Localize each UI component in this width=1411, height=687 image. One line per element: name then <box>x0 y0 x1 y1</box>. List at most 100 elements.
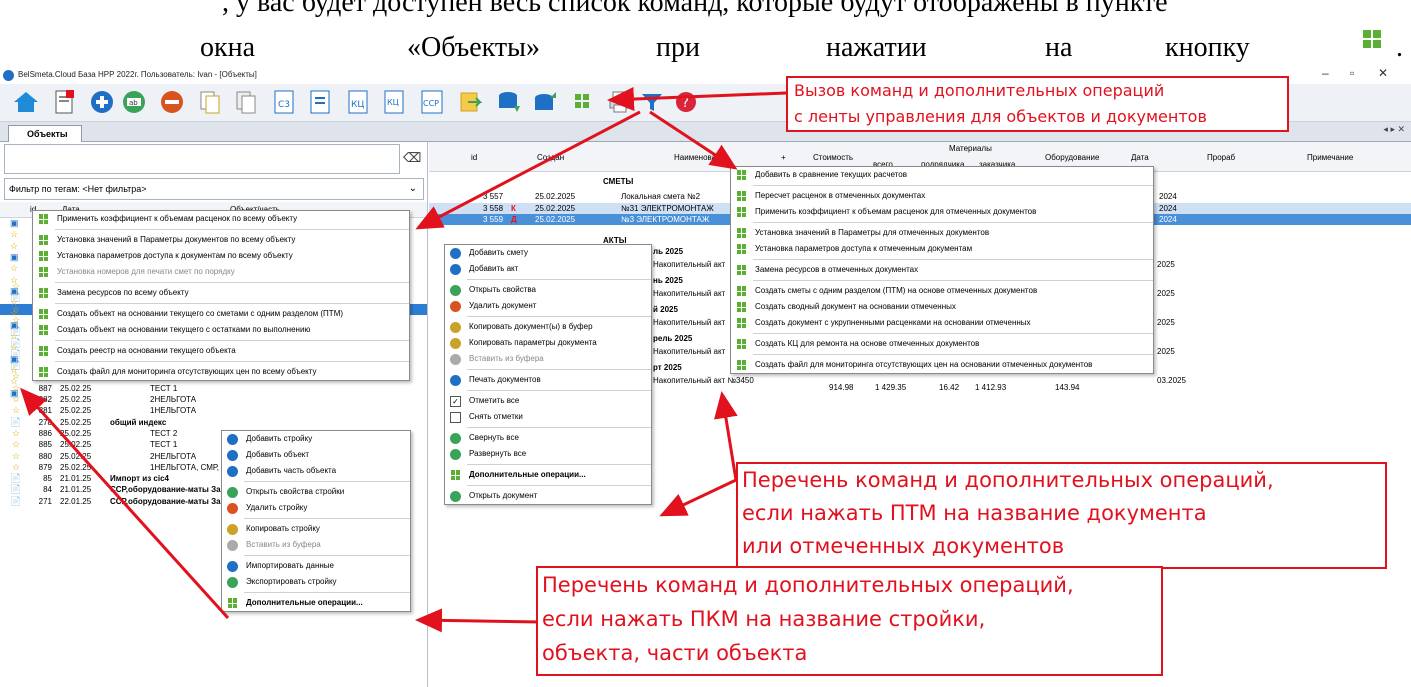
menu-separator <box>753 280 1153 281</box>
menu-item[interactable]: Открыть документ <box>445 488 651 504</box>
delete-icon[interactable] <box>158 88 186 116</box>
export-icon[interactable] <box>530 88 558 116</box>
kc-repair-icon[interactable]: КЦ <box>380 88 408 116</box>
menu-item-label: Создать сметы с одним разделом (ПТМ) на … <box>755 286 1038 295</box>
menu-item[interactable]: Импортировать данные <box>222 558 410 574</box>
menu-item[interactable]: Свернуть все <box>445 430 651 446</box>
column-foreman[interactable]: Прораб <box>1207 153 1235 162</box>
close-button[interactable]: ✕ <box>1378 66 1388 80</box>
search-input[interactable] <box>4 144 400 174</box>
row-id: 3 558 <box>483 203 504 213</box>
menu-item[interactable]: Создать объект на основании текущего со … <box>33 306 409 322</box>
menu-item[interactable]: Пересчет расценок в отмеченных документа… <box>731 188 1153 204</box>
menu-item-label: Установка номеров для печати смет по пор… <box>57 267 235 276</box>
minimize-button[interactable]: – <box>1322 66 1329 80</box>
menu-item[interactable]: Открыть свойства <box>445 282 651 298</box>
extra-operations-toolbar-icon[interactable] <box>568 88 596 116</box>
menu-item[interactable]: Открыть свойства стройки <box>222 484 410 500</box>
menu-item[interactable]: Применить коэффициент к объемам расценок… <box>33 211 409 227</box>
menu-item[interactable]: Дополнительные операции... <box>445 467 651 483</box>
print-icon[interactable] <box>606 88 634 116</box>
c3-report-icon[interactable]: C3 <box>270 88 298 116</box>
filter-icon[interactable] <box>638 88 666 116</box>
menu-item[interactable]: Установка параметров доступа к документа… <box>33 248 409 264</box>
menu-item[interactable]: Установка параметров доступа к отмеченны… <box>731 241 1153 257</box>
menu-item[interactable]: Установка значений в Параметры для отмеч… <box>731 225 1153 241</box>
chevron-down-icon: ⌄ <box>408 183 417 194</box>
menu-item[interactable]: Создать файл для мониторинга отсутствующ… <box>731 357 1153 373</box>
menu-item[interactable]: Вставить из буфера <box>445 351 651 367</box>
menu-item[interactable]: Добавить акт <box>445 261 651 277</box>
menu-item[interactable]: Добавить смету <box>445 245 651 261</box>
menu-item[interactable]: Добавить объект <box>222 447 410 463</box>
restore-button[interactable]: ▫ <box>1350 66 1354 80</box>
row-date: 25.02.25 <box>60 406 92 416</box>
menu-item[interactable]: Создать реестр на основании текущего объ… <box>33 343 409 359</box>
menu-item[interactable]: Добавить стройку <box>222 431 410 447</box>
menu-item[interactable]: Создать файл для мониторинга отсутствующ… <box>33 364 409 380</box>
menu-item[interactable]: Копировать документ(ы) в буфер <box>445 319 651 335</box>
menu-item[interactable]: Снять отметки <box>445 409 651 425</box>
menu-item[interactable]: Создать объект на основании текущего с о… <box>33 322 409 338</box>
menu-item[interactable]: ✓ Отметить все <box>445 393 651 409</box>
help-icon[interactable]: ? <box>672 88 700 116</box>
table-row[interactable]: 📄 278 25.02.25 общий индекс <box>0 417 427 428</box>
menu-item[interactable]: Создать документ с укрупненными расценка… <box>731 315 1153 331</box>
menu-item[interactable]: Добавить часть объекта <box>222 463 410 479</box>
column-cost[interactable]: Стоимость <box>813 153 853 162</box>
menu-item-label: Дополнительные операции... <box>469 470 586 479</box>
row-name: Накопительный акт <box>653 289 726 298</box>
import-icon[interactable] <box>494 88 522 116</box>
menu-item-label: Удалить документ <box>469 301 537 310</box>
menu-item[interactable]: Дополнительные операции... <box>222 595 410 611</box>
menu-item[interactable]: Установка значений в Параметры документо… <box>33 232 409 248</box>
menu-item[interactable]: Удалить документ <box>445 298 651 314</box>
tag-filter-select[interactable]: Фильтр по тегам: <Нет фильтра> ⌄ <box>4 178 424 200</box>
column-note[interactable]: Примечание <box>1307 153 1353 162</box>
tab-objects[interactable]: Объекты <box>8 125 82 142</box>
period-label: нь 2025 <box>653 276 683 285</box>
transfer-icon[interactable] <box>456 88 484 116</box>
column-created[interactable]: Создан <box>537 153 564 162</box>
tab-navigation[interactable]: ◂ ▸ ✕ <box>1383 124 1405 135</box>
document-edit-icon[interactable] <box>50 88 78 116</box>
column-id[interactable]: id <box>471 153 477 162</box>
menu-item[interactable]: Установка номеров для печати смет по пор… <box>33 264 409 280</box>
column-equipment[interactable]: Оборудование <box>1045 153 1099 162</box>
table-row[interactable]: ☆ 882 25.02.25 2НЕЛЬГОТА <box>0 394 427 405</box>
group-label: СМЕТЫ <box>603 177 634 186</box>
doc-word: при <box>656 32 700 63</box>
clear-search-icon[interactable]: ⌫ <box>403 150 421 166</box>
column-date[interactable]: Дата <box>1131 153 1149 162</box>
menu-item[interactable]: Применить коэффициент к объемам расценок… <box>731 204 1153 220</box>
menu-item[interactable]: Добавить в сравнение текущих расчетов <box>731 167 1153 183</box>
table-row[interactable]: ☆ 881 25.02.25 1НЕЛЬГОТА <box>0 405 427 416</box>
menu-item[interactable]: Экспортировать стройку <box>222 574 410 590</box>
menu-item[interactable]: Создать сметы с одним разделом (ПТМ) на … <box>731 283 1153 299</box>
rename-icon[interactable]: ab <box>120 88 148 116</box>
menu-item[interactable]: Создать сводный документ на основании от… <box>731 299 1153 315</box>
menu-item[interactable]: Вставить из буфера <box>222 537 410 553</box>
row-name: Локальная смета №2 <box>621 192 701 201</box>
menu-item[interactable]: Копировать стройку <box>222 521 410 537</box>
home-icon[interactable] <box>12 88 40 116</box>
menu-item[interactable]: Замена ресурсов в отмеченных документах <box>731 262 1153 278</box>
menu-item[interactable]: Замена ресурсов по всему объекту <box>33 285 409 301</box>
table-row[interactable]: ☆ 887 25.02.25 ТЕСТ 1 <box>0 383 427 394</box>
document-icon[interactable] <box>306 88 334 116</box>
menu-item[interactable]: Создать КЦ для ремонта на основе отмечен… <box>731 336 1153 352</box>
menu-item[interactable]: Удалить стройку <box>222 500 410 516</box>
row-id: 85 <box>43 474 52 484</box>
copy-icon[interactable] <box>196 88 224 116</box>
row-name: Накопительный акт <box>653 318 726 327</box>
ccp-icon[interactable]: CCP <box>418 88 446 116</box>
paste-icon[interactable] <box>232 88 260 116</box>
menu-item[interactable]: Печать документов <box>445 372 651 388</box>
column-materials[interactable]: Материалы <box>949 144 992 153</box>
kc-report-icon[interactable]: КЦ <box>344 88 372 116</box>
column-plus[interactable]: + <box>781 153 786 162</box>
add-icon[interactable] <box>88 88 116 116</box>
menu-item[interactable]: Развернуть все <box>445 446 651 462</box>
menu-item[interactable]: Копировать параметры документа <box>445 335 651 351</box>
column-name[interactable]: Наименование <box>674 153 729 162</box>
